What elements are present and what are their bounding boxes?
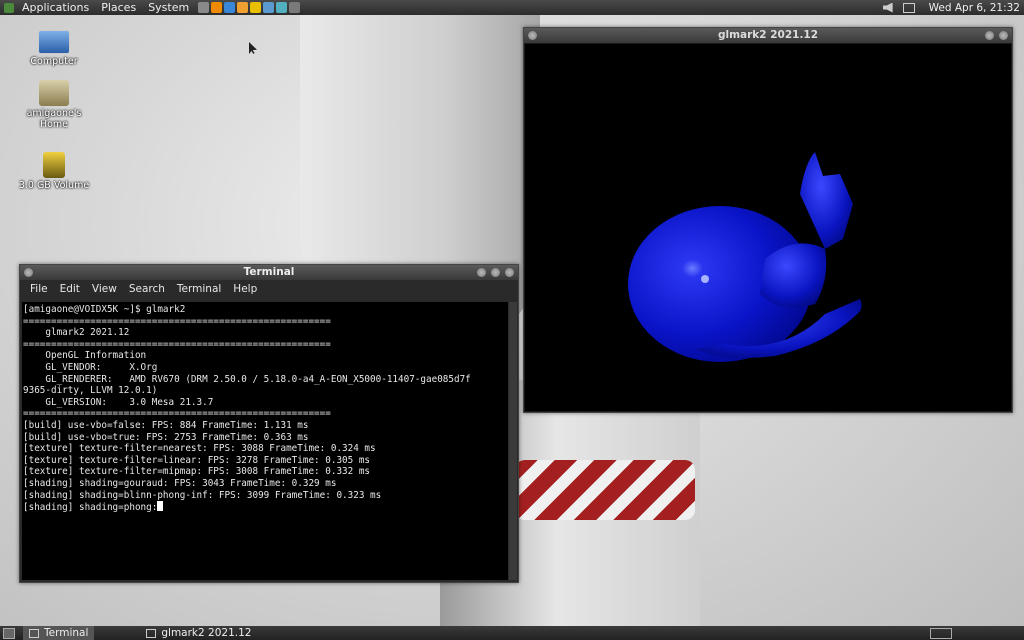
desktop-icon-computer[interactable]: Computer — [14, 30, 94, 67]
maximize-button[interactable] — [491, 268, 500, 277]
menu-search[interactable]: Search — [123, 283, 171, 295]
network-icon[interactable] — [902, 2, 915, 13]
minimize-button[interactable] — [477, 268, 486, 277]
firefox-launcher-icon[interactable] — [237, 2, 249, 13]
terminal-line: [amigaone@VOIDX5K ~]$ glmark2 — [23, 304, 186, 315]
terminal-line: [shading] shading=gouraud: FPS: 3043 Fra… — [23, 477, 337, 489]
taskbar-item-terminal[interactable]: Terminal — [23, 626, 95, 640]
close-button[interactable] — [999, 31, 1008, 40]
terminal-line: GL_RENDERER: AMD RV670 (DRM 2.50.0 / 5.1… — [23, 373, 471, 385]
computer-icon — [38, 30, 70, 54]
menu-help[interactable]: Help — [227, 283, 263, 295]
terminal-titlebar[interactable]: Terminal — [20, 265, 518, 280]
glmark2-window[interactable]: glmark2 2021.12 — [523, 27, 1013, 413]
drive-icon — [43, 152, 65, 178]
terminal-scrollbar[interactable] — [509, 302, 517, 580]
window-title: glmark2 2021.12 — [717, 29, 819, 41]
home-folder-icon — [39, 80, 69, 106]
glmark2-titlebar[interactable]: glmark2 2021.12 — [524, 28, 1012, 43]
desktop-icon-volume[interactable]: 3.0 GB Volume — [14, 152, 94, 191]
close-button[interactable] — [505, 268, 514, 277]
menu-file[interactable]: File — [24, 283, 54, 295]
window-task-icon — [146, 628, 157, 638]
applications-menu[interactable]: Applications — [16, 0, 95, 15]
places-menu[interactable]: Places — [95, 0, 142, 15]
gl-render-view — [525, 44, 1011, 411]
terminal-line: OpenGL Information — [23, 350, 147, 362]
terminal-window[interactable]: Terminal File Edit View Search Terminal … — [19, 264, 519, 583]
taskbar-item-glmark2[interactable]: glmark2 2021.12 — [140, 626, 257, 640]
volume-icon[interactable] — [882, 2, 893, 13]
media-launcher-icon[interactable] — [250, 2, 262, 13]
system-menu[interactable]: System — [142, 0, 195, 15]
panel-logo-icon[interactable] — [4, 2, 14, 13]
launcher-bar — [197, 2, 301, 13]
terminal-line: [shading] shading=blinn-phong-inf: FPS: … — [23, 489, 382, 501]
terminal-task-icon — [29, 628, 39, 638]
vlc-launcher-icon[interactable] — [211, 2, 223, 13]
browser-launcher-icon[interactable] — [224, 2, 236, 13]
menu-edit[interactable]: Edit — [54, 283, 86, 295]
taskbar-label: glmark2 2021.12 — [161, 627, 252, 639]
top-panel: Applications Places System Wed Apr 6, 21… — [0, 0, 1024, 15]
desktop-icon-label: 3.0 GB Volume — [18, 180, 90, 191]
terminal-line: [texture] texture-filter=mipmap: FPS: 30… — [23, 466, 371, 478]
window-title: Terminal — [243, 266, 295, 278]
terminal-line: [build] use-vbo=true: FPS: 2753 FrameTim… — [23, 431, 309, 443]
show-desktop-icon[interactable] — [3, 627, 15, 639]
window-menu-button[interactable] — [528, 31, 537, 40]
terminal-line: GL_VERSION: 3.0 Mesa 21.3.7 — [23, 396, 214, 408]
cat-model-render — [628, 152, 862, 362]
taskbar-label: Terminal — [44, 627, 89, 639]
bottom-panel: Terminal glmark2 2021.12 — [0, 626, 1024, 640]
terminal-line: ========================================… — [23, 315, 331, 327]
desktop-icon-label: amigaone's Home — [26, 108, 82, 130]
terminal-output[interactable]: [amigaone@VOIDX5K ~]$ glmark2 ===========… — [22, 302, 508, 580]
text-cursor — [157, 501, 164, 512]
terminal-line: [build] use-vbo=false: FPS: 884 FrameTim… — [23, 419, 309, 431]
image-launcher-icon[interactable] — [289, 2, 301, 13]
tool-launcher-icon[interactable] — [263, 2, 275, 13]
minimize-button[interactable] — [985, 31, 994, 40]
workspace-switcher[interactable] — [930, 628, 952, 639]
window-menu-button[interactable] — [24, 268, 33, 277]
terminal-line: ========================================… — [23, 338, 331, 350]
web-launcher-icon[interactable] — [276, 2, 288, 13]
menu-terminal[interactable]: Terminal — [171, 283, 227, 295]
system-tray: Wed Apr 6, 21:32 — [877, 0, 1024, 15]
terminal-launcher-icon[interactable] — [198, 2, 210, 13]
terminal-line: [texture] texture-filter=nearest: FPS: 3… — [23, 443, 376, 455]
terminal-prompt-line: [shading] shading=phong: — [23, 501, 508, 514]
desktop-icon-home[interactable]: amigaone's Home — [14, 80, 94, 130]
terminal-line: glmark2 2021.12 — [23, 327, 130, 339]
terminal-line: [texture] texture-filter=linear: FPS: 32… — [23, 454, 371, 466]
terminal-menubar: File Edit View Search Terminal Help — [20, 280, 518, 298]
prompt-text: [shading] shading=phong: — [23, 502, 158, 514]
mouse-pointer-icon — [249, 42, 257, 54]
terminal-line: GL_VENDOR: X.Org — [23, 361, 158, 373]
terminal-line: ========================================… — [23, 408, 331, 420]
terminal-line: 9365-dirty, LLVM 12.0.1) — [23, 385, 158, 397]
clock[interactable]: Wed Apr 6, 21:32 — [919, 2, 1024, 14]
menu-view[interactable]: View — [86, 283, 123, 295]
desktop-icon-label: Computer — [30, 56, 78, 67]
